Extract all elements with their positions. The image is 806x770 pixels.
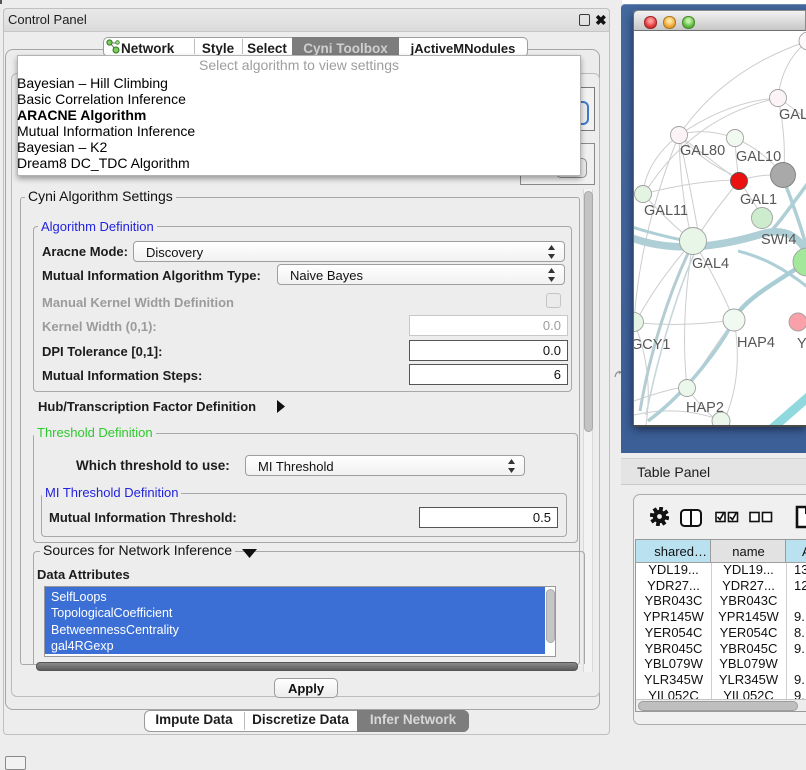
svg-text:GAL4: GAL4: [692, 256, 729, 272]
svg-text:GAL1: GAL1: [740, 192, 777, 208]
svg-text:GAL7: GAL7: [779, 107, 806, 123]
svg-text:GAL11: GAL11: [644, 203, 688, 219]
svg-text:GAL10: GAL10: [736, 149, 781, 165]
svg-text:HAP4: HAP4: [737, 335, 775, 351]
svg-text:HAP2: HAP2: [686, 400, 724, 416]
svg-text:GCY1: GCY1: [634, 337, 671, 353]
svg-text:YJ: YJ: [797, 336, 806, 352]
svg-text:GAL80: GAL80: [680, 143, 725, 159]
svg-text:SWI4: SWI4: [761, 232, 796, 248]
